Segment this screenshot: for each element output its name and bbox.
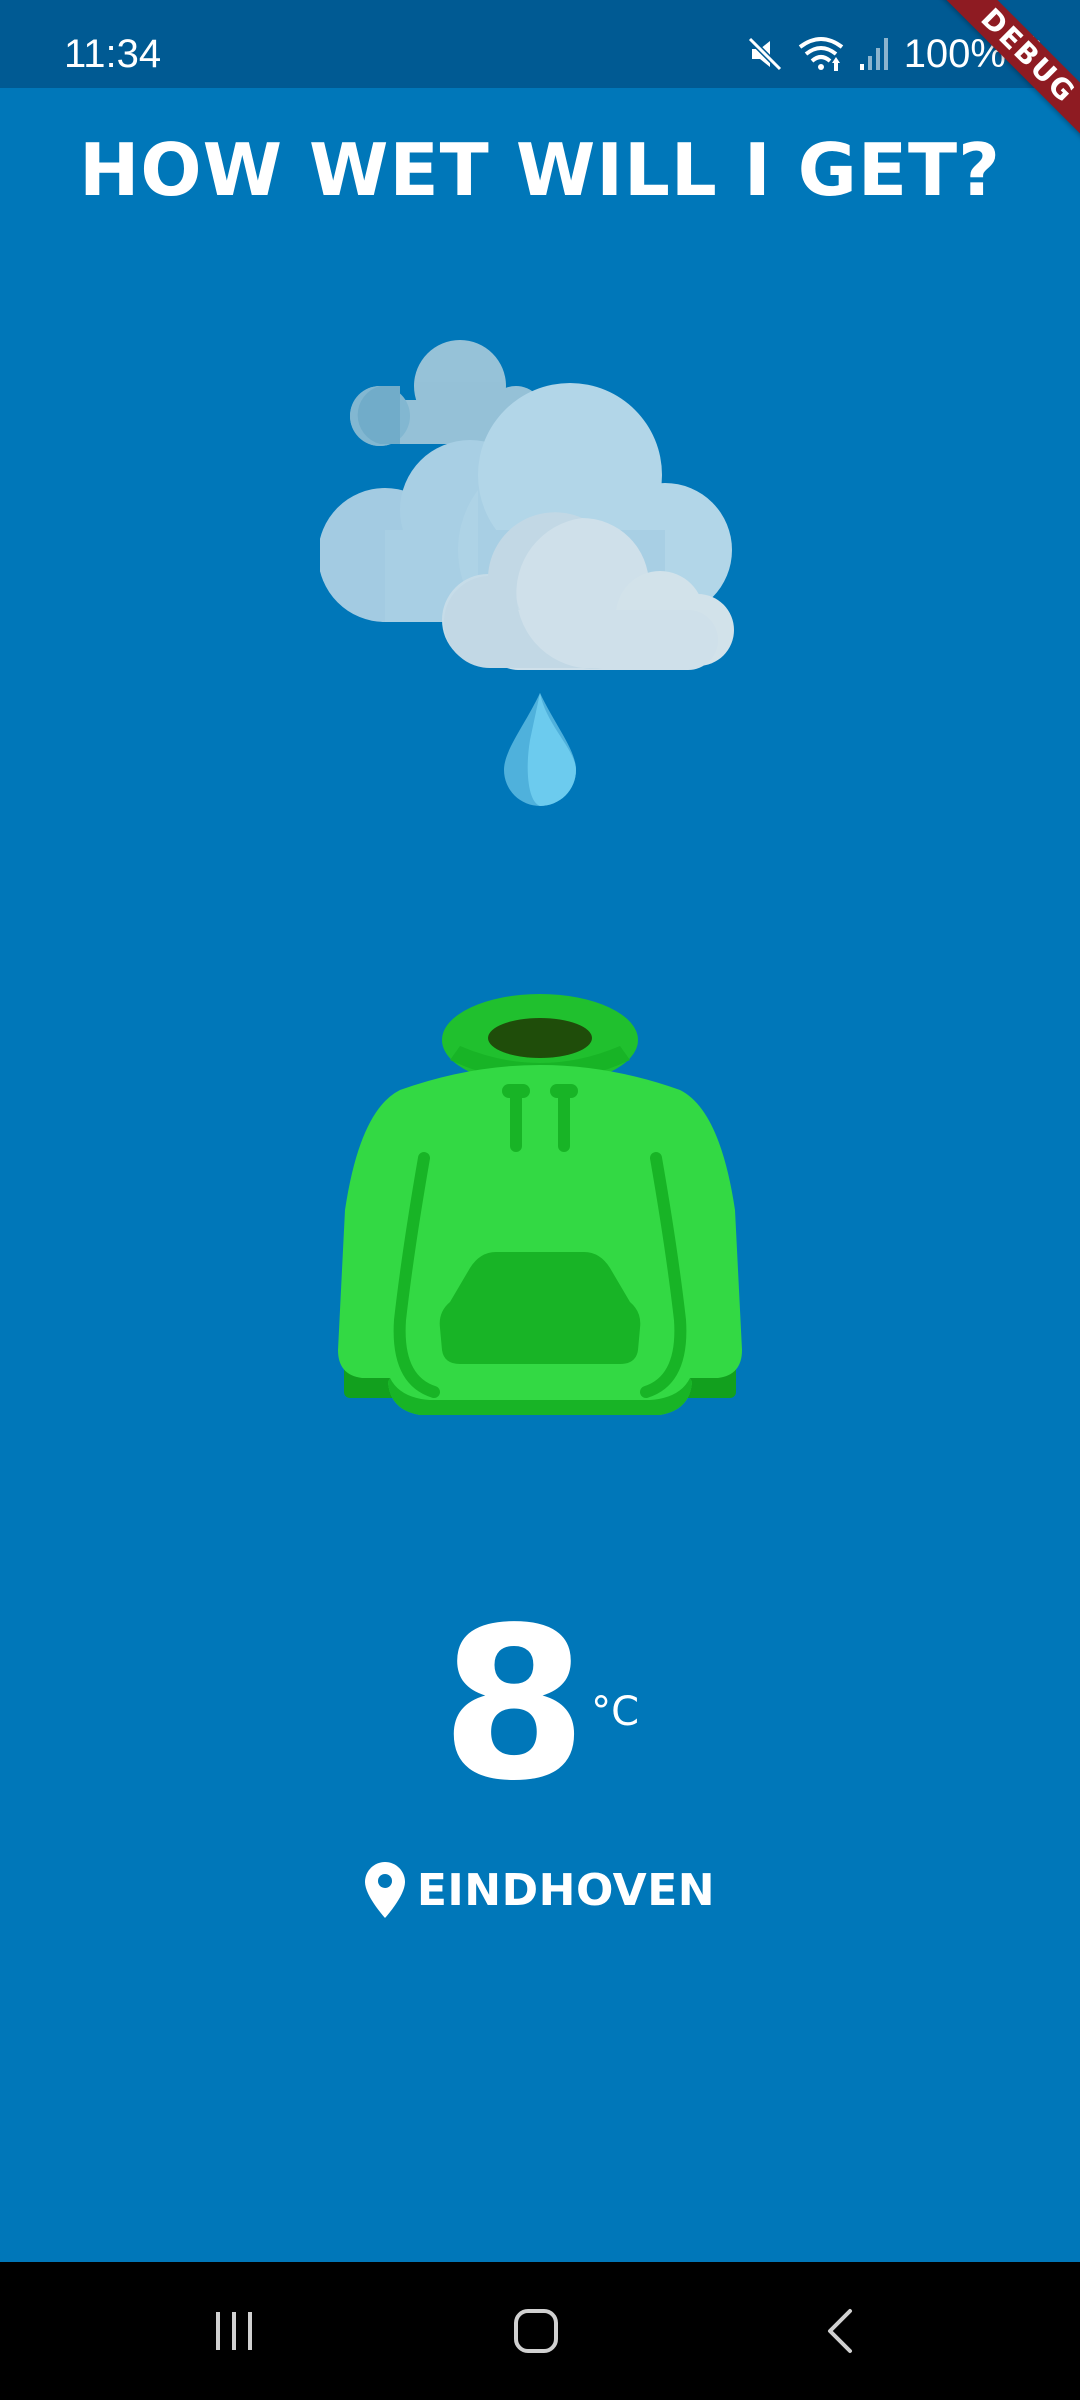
status-time: 11:34 <box>64 32 162 76</box>
home-button[interactable] <box>496 2296 576 2366</box>
location-pin-icon <box>364 1862 405 1918</box>
page-title: HOW WET WILL I GET? <box>79 128 1001 212</box>
navigation-bar <box>0 2262 1080 2400</box>
back-button[interactable] <box>800 2296 880 2366</box>
recent-apps-button[interactable] <box>194 2296 274 2366</box>
status-bar: 11:34 100% <box>0 0 1080 88</box>
home-icon <box>514 2309 558 2353</box>
cloud-rain-icon <box>320 340 734 806</box>
location: EINDHOVEN <box>0 1862 1080 1918</box>
temperature-value: 8 <box>440 1582 588 1827</box>
wifi-icon <box>798 37 843 71</box>
temperature-display: 8 °C <box>0 1600 1080 1810</box>
location-name: EINDHOVEN <box>416 1864 716 1916</box>
mute-icon <box>747 36 782 72</box>
signal-icon <box>859 38 888 70</box>
temperature-unit: °C <box>591 1689 640 1735</box>
hoodie-icon <box>338 994 742 1415</box>
back-icon <box>828 2309 852 2353</box>
recent-apps-icon <box>216 2312 252 2350</box>
